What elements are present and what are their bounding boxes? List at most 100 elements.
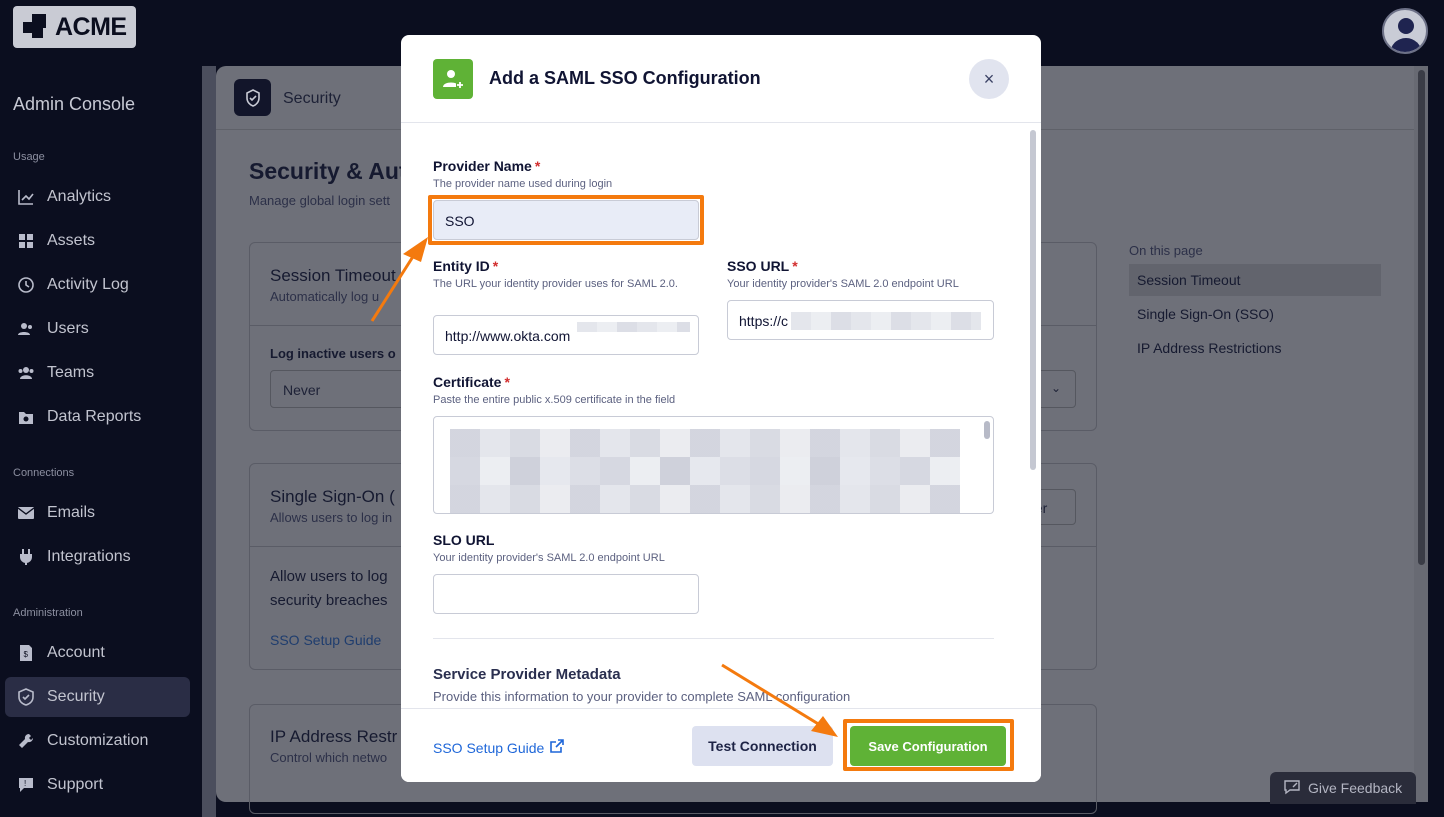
certificate-textarea[interactable] [433, 416, 994, 514]
chat-icon: ! [17, 776, 35, 794]
slo-url-input[interactable] [433, 574, 699, 614]
team-icon [17, 364, 35, 382]
certificate-hint: Paste the entire public x.509 certificat… [433, 394, 676, 406]
document-icon: $ [17, 644, 35, 662]
give-feedback-button[interactable]: Give Feedback [1270, 772, 1416, 804]
certificate-label: Certificate * [433, 374, 510, 390]
sidebar-item-label: Security [47, 688, 105, 705]
sidebar-item-label: Customization [47, 732, 149, 749]
logo-text: ACME [55, 12, 127, 41]
sidebar-item-label: Data Reports [47, 408, 142, 425]
user-avatar[interactable] [1382, 8, 1428, 54]
add-user-icon [433, 59, 473, 99]
sso-setup-guide-link[interactable]: SSO Setup Guide [433, 739, 565, 756]
wrench-icon [17, 732, 35, 750]
sidebar-item-label: Account [47, 644, 105, 661]
provider-name-input[interactable]: SSO [433, 200, 699, 240]
entity-id-hint: The URL your identity provider uses for … [433, 278, 678, 290]
sidebar-item-label: Activity Log [47, 276, 129, 293]
sidebar-item-emails[interactable]: Emails [5, 493, 190, 533]
card-subtitle: Allows users to log in [270, 510, 393, 525]
sidebar-item-teams[interactable]: Teams [5, 353, 190, 393]
sidebar-item-label: Analytics [47, 188, 112, 205]
acme-logo[interactable]: ACME [13, 6, 136, 48]
sidebar-title: Admin Console [13, 94, 136, 114]
modal-header: Add a SAML SSO Configuration × [401, 35, 1041, 123]
provider-name-label: Provider Name * [433, 158, 541, 174]
redacted-blur [450, 457, 960, 485]
header-title: Security [283, 90, 341, 107]
feedback-label: Give Feedback [1308, 780, 1403, 796]
sidebar-item-label: Emails [47, 504, 96, 521]
card-title: Session Timeout [270, 266, 396, 285]
sso-description-line2: security breaches [270, 592, 388, 609]
save-configuration-button[interactable]: Save Configuration [850, 726, 1006, 766]
sidebar-item-customization[interactable]: Customization [5, 721, 190, 761]
sidebar-item-users[interactable]: Users [5, 309, 190, 349]
toc-item-sso[interactable]: Single Sign-On (SSO) [1129, 298, 1381, 330]
entity-id-label: Entity ID * [433, 258, 499, 274]
sidebar-item-label: Teams [47, 364, 95, 381]
shield-icon [17, 688, 35, 706]
redacted-blur [577, 322, 690, 332]
card-title: IP Address Restr [270, 727, 398, 746]
section-divider [433, 638, 994, 639]
main-scrollbar[interactable] [1414, 66, 1428, 802]
sidebar-item-label: Support [47, 776, 104, 793]
select-value: Never [283, 382, 321, 398]
slo-url-hint: Your identity provider's SAML 2.0 endpoi… [433, 552, 665, 564]
chart-line-icon [17, 188, 35, 206]
history-icon [17, 276, 35, 294]
metadata-title: Service Provider Metadata [433, 666, 621, 683]
chevron-down-icon: ⌄ [1050, 381, 1061, 395]
shield-icon [234, 79, 271, 116]
modal-body: Provider Name * The provider name used du… [401, 123, 1041, 708]
svg-text:!: ! [24, 779, 26, 788]
saml-config-modal: Add a SAML SSO Configuration × Provider … [401, 35, 1041, 782]
sso-url-label: SSO URL * [727, 258, 798, 274]
slo-url-label: SLO URL [433, 532, 495, 548]
sidebar-item-assets[interactable]: Assets [5, 221, 190, 261]
sidebar-item-integrations[interactable]: Integrations [5, 537, 190, 577]
modal-footer: SSO Setup Guide Test Connection Save Con… [401, 708, 1041, 782]
entity-id-input[interactable]: http://www.okta.com [433, 315, 699, 355]
field-label: Log inactive users o [270, 346, 396, 361]
section-label-usage: Usage [13, 151, 45, 163]
logo-mark-icon [23, 14, 49, 40]
sso-description-line1: Allow users to log [270, 568, 388, 585]
sidebar-item-support[interactable]: ! Support [5, 765, 190, 805]
sso-guide-link[interactable]: SSO Setup Guide [270, 632, 381, 648]
feedback-icon [1284, 779, 1300, 798]
card-subtitle: Control which netwo [270, 750, 388, 765]
sidebar-item-activity-log[interactable]: Activity Log [5, 265, 190, 305]
textarea-scrollbar[interactable] [984, 421, 990, 439]
svg-text:$: $ [24, 650, 29, 659]
sidebar-item-label: Assets [47, 232, 96, 249]
sidebar: Admin Console Usage Analytics Assets Act… [0, 64, 200, 817]
sidebar-item-analytics[interactable]: Analytics [5, 177, 190, 217]
on-this-page-heading: On this page [1129, 243, 1203, 258]
redacted-blur [791, 312, 981, 330]
section-label-connections: Connections [13, 467, 75, 479]
report-icon [17, 408, 35, 426]
close-button[interactable]: × [969, 59, 1009, 99]
modal-title: Add a SAML SSO Configuration [489, 68, 761, 88]
sidebar-item-label: Integrations [47, 548, 131, 565]
close-icon: × [983, 68, 995, 89]
provider-name-hint: The provider name used during login [433, 178, 613, 190]
test-connection-button[interactable]: Test Connection [692, 726, 833, 766]
sidebar-item-label: Users [47, 320, 89, 337]
modal-scrollbar[interactable] [1026, 124, 1040, 709]
toc-item-session-timeout[interactable]: Session Timeout [1129, 264, 1381, 296]
sidebar-scrollbar[interactable] [202, 66, 216, 817]
sidebar-item-security[interactable]: Security [5, 677, 190, 717]
sidebar-item-account[interactable]: $ Account [5, 633, 190, 673]
toc-item-ip-restrictions[interactable]: IP Address Restrictions [1129, 332, 1381, 364]
grid-icon [17, 232, 35, 250]
plug-icon [17, 548, 35, 566]
external-link-icon [550, 739, 565, 756]
metadata-subtitle: Provide this information to your provide… [433, 689, 851, 704]
section-label-administration: Administration [13, 607, 83, 619]
sidebar-item-data-reports[interactable]: Data Reports [5, 397, 190, 437]
user-icon [17, 320, 35, 338]
